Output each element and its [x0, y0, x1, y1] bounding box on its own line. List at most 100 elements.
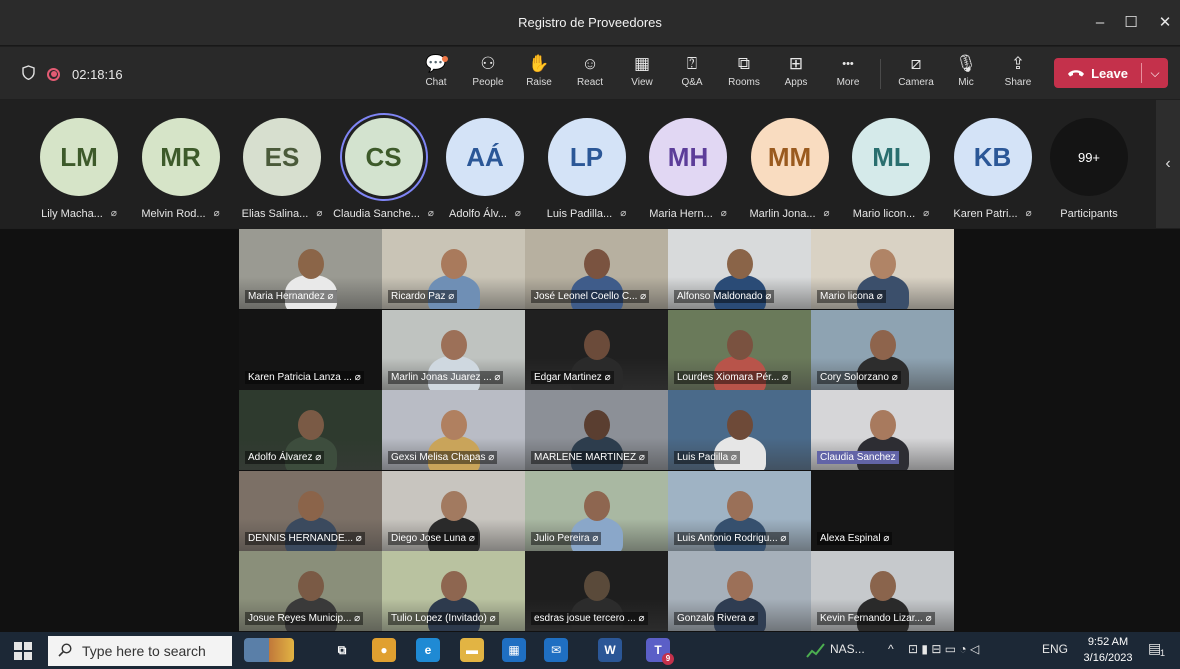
mic-button[interactable]: 🎙 Mic — [944, 53, 988, 97]
video-tile-label: Maria Hernandez — [248, 291, 325, 302]
participant-avatar-item[interactable]: MM Marlin Jona... ⌀ — [739, 118, 841, 220]
more-button[interactable]: ••• More — [826, 53, 870, 97]
participant-name: Elias Salina... — [241, 208, 309, 220]
chat-button[interactable]: 💬 Chat — [414, 53, 458, 97]
file-explorer-icon[interactable] — [244, 638, 294, 662]
participant-avatar-item[interactable]: CS Claudia Sanche... ⌀ — [333, 118, 435, 220]
participant-avatar-item[interactable]: KB Karen Patri... ⌀ — [942, 118, 1044, 220]
video-tile[interactable]: Julio Pereira ⌀ — [525, 470, 668, 551]
video-tile[interactable]: Gonzalo Rivera ⌀ — [668, 551, 811, 632]
tray-icons[interactable]: ⊡ ▮ ⊟ ▭ ◔ ◁ — [908, 642, 979, 656]
store-icon[interactable]: ▦ — [502, 638, 526, 662]
video-tile-label: Diego Jose Luna — [391, 532, 467, 544]
share-button[interactable]: ⇪ Share — [996, 53, 1040, 97]
video-tile[interactable]: José Leonel Coello C... ⌀ — [525, 229, 668, 309]
raise-button[interactable]: ✋ Raise — [517, 53, 561, 97]
video-tile[interactable]: esdras josue tercero ... ⌀ — [525, 551, 668, 632]
react-button[interactable]: ☺ React — [568, 53, 612, 97]
recording-icon — [47, 67, 60, 81]
weather-icon[interactable] — [806, 642, 826, 661]
video-tile[interactable]: Cory Solorzano ⌀ — [811, 309, 954, 390]
participant-name: Luis Padilla... — [546, 208, 613, 220]
video-tile-name: Lourdes Xiomara Pér... ⌀ — [674, 370, 792, 384]
participant-head — [727, 490, 753, 521]
chevron-down-icon[interactable]: ⌵ — [1142, 66, 1168, 81]
maximize-button[interactable]: ☐ — [1118, 10, 1144, 34]
unread-badge — [442, 56, 448, 62]
participant-avatar-item[interactable]: LM Lily Macha... ⌀ — [28, 118, 130, 220]
weather-label[interactable]: NAS... — [830, 642, 865, 656]
plus-square-icon: ⊞ — [788, 54, 804, 73]
taskbar-search[interactable]: Type here to search — [48, 636, 232, 666]
avatar: CS — [344, 118, 423, 196]
video-tile[interactable]: Kevin Fernando Lizar... ⌀ — [811, 551, 954, 632]
video-tile[interactable]: MARLENE MARTINEZ ⌀ — [525, 390, 668, 471]
video-tile[interactable]: Luis Antonio Rodrigu... ⌀ — [668, 470, 811, 551]
participant-avatar-item[interactable]: ES Elias Salina... ⌀ — [231, 118, 333, 220]
qa-button[interactable]: ⍰ Q&A — [670, 53, 714, 97]
taskbar-clock[interactable]: 9:52 AM 3/16/2023 — [1076, 634, 1140, 666]
leave-button[interactable]: Leave ⌵ — [1054, 58, 1168, 88]
participant-avatar-item[interactable]: AÁ Adolfo Álv... ⌀ — [434, 118, 536, 220]
camera-button[interactable]: ⧄ Camera — [894, 53, 938, 97]
participant-head — [584, 410, 610, 441]
participant-name: Mario licon... — [852, 208, 916, 220]
participant-name: Adolfo Álv... — [449, 208, 507, 220]
mic-off-icon: ⌀ — [873, 291, 883, 302]
video-tile[interactable]: Edgar Martinez ⌀ — [525, 309, 668, 390]
task-view-icon[interactable]: ⧉ — [330, 638, 354, 662]
participant-name-row: Melvin Rod... ⌀ — [130, 208, 232, 220]
view-button[interactable]: ▦ View — [620, 53, 664, 97]
video-tile[interactable]: Mario licona ⌀ — [811, 229, 954, 309]
video-tile[interactable]: Alfonso Maldonado ⌀ — [668, 229, 811, 309]
participant-avatar-item[interactable]: LP Luis Padilla... ⌀ — [536, 118, 638, 220]
avatar: MH — [649, 118, 727, 196]
video-tile[interactable]: Marlin Jonas Juarez ... ⌀ — [382, 309, 525, 390]
video-tile[interactable]: Claudia Sanchez — [811, 390, 954, 471]
qa-icon: ⍰ — [686, 54, 698, 73]
apps-button[interactable]: ⊞ Apps — [774, 53, 818, 97]
participant-name-row: Adolfo Álv... ⌀ — [434, 208, 536, 220]
video-tile[interactable]: DENNIS HERNANDE... ⌀ — [239, 470, 382, 551]
chevron-left-icon[interactable]: ‹ — [1156, 100, 1180, 228]
video-tile[interactable]: Lourdes Xiomara Pér... ⌀ — [668, 309, 811, 390]
video-tile[interactable]: Maria Hernandez ⌀ — [239, 229, 382, 309]
participant-head — [298, 410, 324, 441]
video-tile[interactable]: Josue Reyes Municip... ⌀ — [239, 551, 382, 632]
people-button[interactable]: ⚇ People — [466, 53, 510, 97]
word-icon[interactable]: W — [598, 638, 622, 662]
participant-avatar-item[interactable]: MH Maria Hern... ⌀ — [637, 118, 739, 220]
video-tile[interactable]: Luis Padilla ⌀ — [668, 390, 811, 471]
video-tile[interactable]: Tulio Lopez (Invitado) ⌀ — [382, 551, 525, 632]
mail-icon[interactable]: ✉ — [544, 638, 568, 662]
rooms-button[interactable]: ⧉ Rooms — [722, 53, 766, 97]
camera-label: Camera — [898, 77, 934, 88]
video-tile[interactable]: Diego Jose Luna ⌀ — [382, 470, 525, 551]
participants-more[interactable]: 99+ Participants — [1038, 118, 1140, 220]
video-tile[interactable]: Alexa Espinal ⌀ — [811, 470, 954, 551]
participant-avatar-item[interactable]: MR Melvin Rod... ⌀ — [130, 118, 232, 220]
chrome-icon[interactable]: ● — [372, 638, 396, 662]
edge-icon[interactable]: e — [416, 638, 440, 662]
teams-badge: 9 — [662, 653, 674, 665]
video-tile[interactable]: Adolfo Álvarez ⌀ — [239, 390, 382, 471]
toolbar-separator — [880, 59, 881, 89]
video-tile-name: Mario licona ⌀ — [817, 290, 886, 303]
minimize-button[interactable]: – — [1087, 10, 1113, 34]
video-tile[interactable]: Ricardo Paz ⌀ — [382, 229, 525, 309]
chevron-up-icon[interactable]: ^ — [888, 642, 894, 656]
qa-label: Q&A — [681, 77, 703, 88]
video-tile[interactable]: Karen Patricia Lanza ... ⌀ — [239, 309, 382, 390]
teams-icon[interactable]: T9 — [646, 638, 674, 665]
file-manager-icon[interactable]: ▬ — [460, 638, 484, 662]
close-button[interactable]: ✕ — [1152, 10, 1178, 34]
participant-avatar-item[interactable]: ML Mario licon... ⌀ — [840, 118, 942, 220]
view-label: View — [631, 77, 653, 88]
participant-name-row: Mario licon... ⌀ — [840, 208, 942, 220]
language-indicator[interactable]: ENG — [1042, 642, 1068, 656]
leave-main[interactable]: Leave — [1054, 66, 1141, 81]
participant-head — [727, 249, 753, 279]
windows-start-icon[interactable] — [14, 642, 32, 660]
participant-head — [584, 249, 610, 279]
video-tile[interactable]: Gexsi Melisa Chapas ⌀ — [382, 390, 525, 471]
